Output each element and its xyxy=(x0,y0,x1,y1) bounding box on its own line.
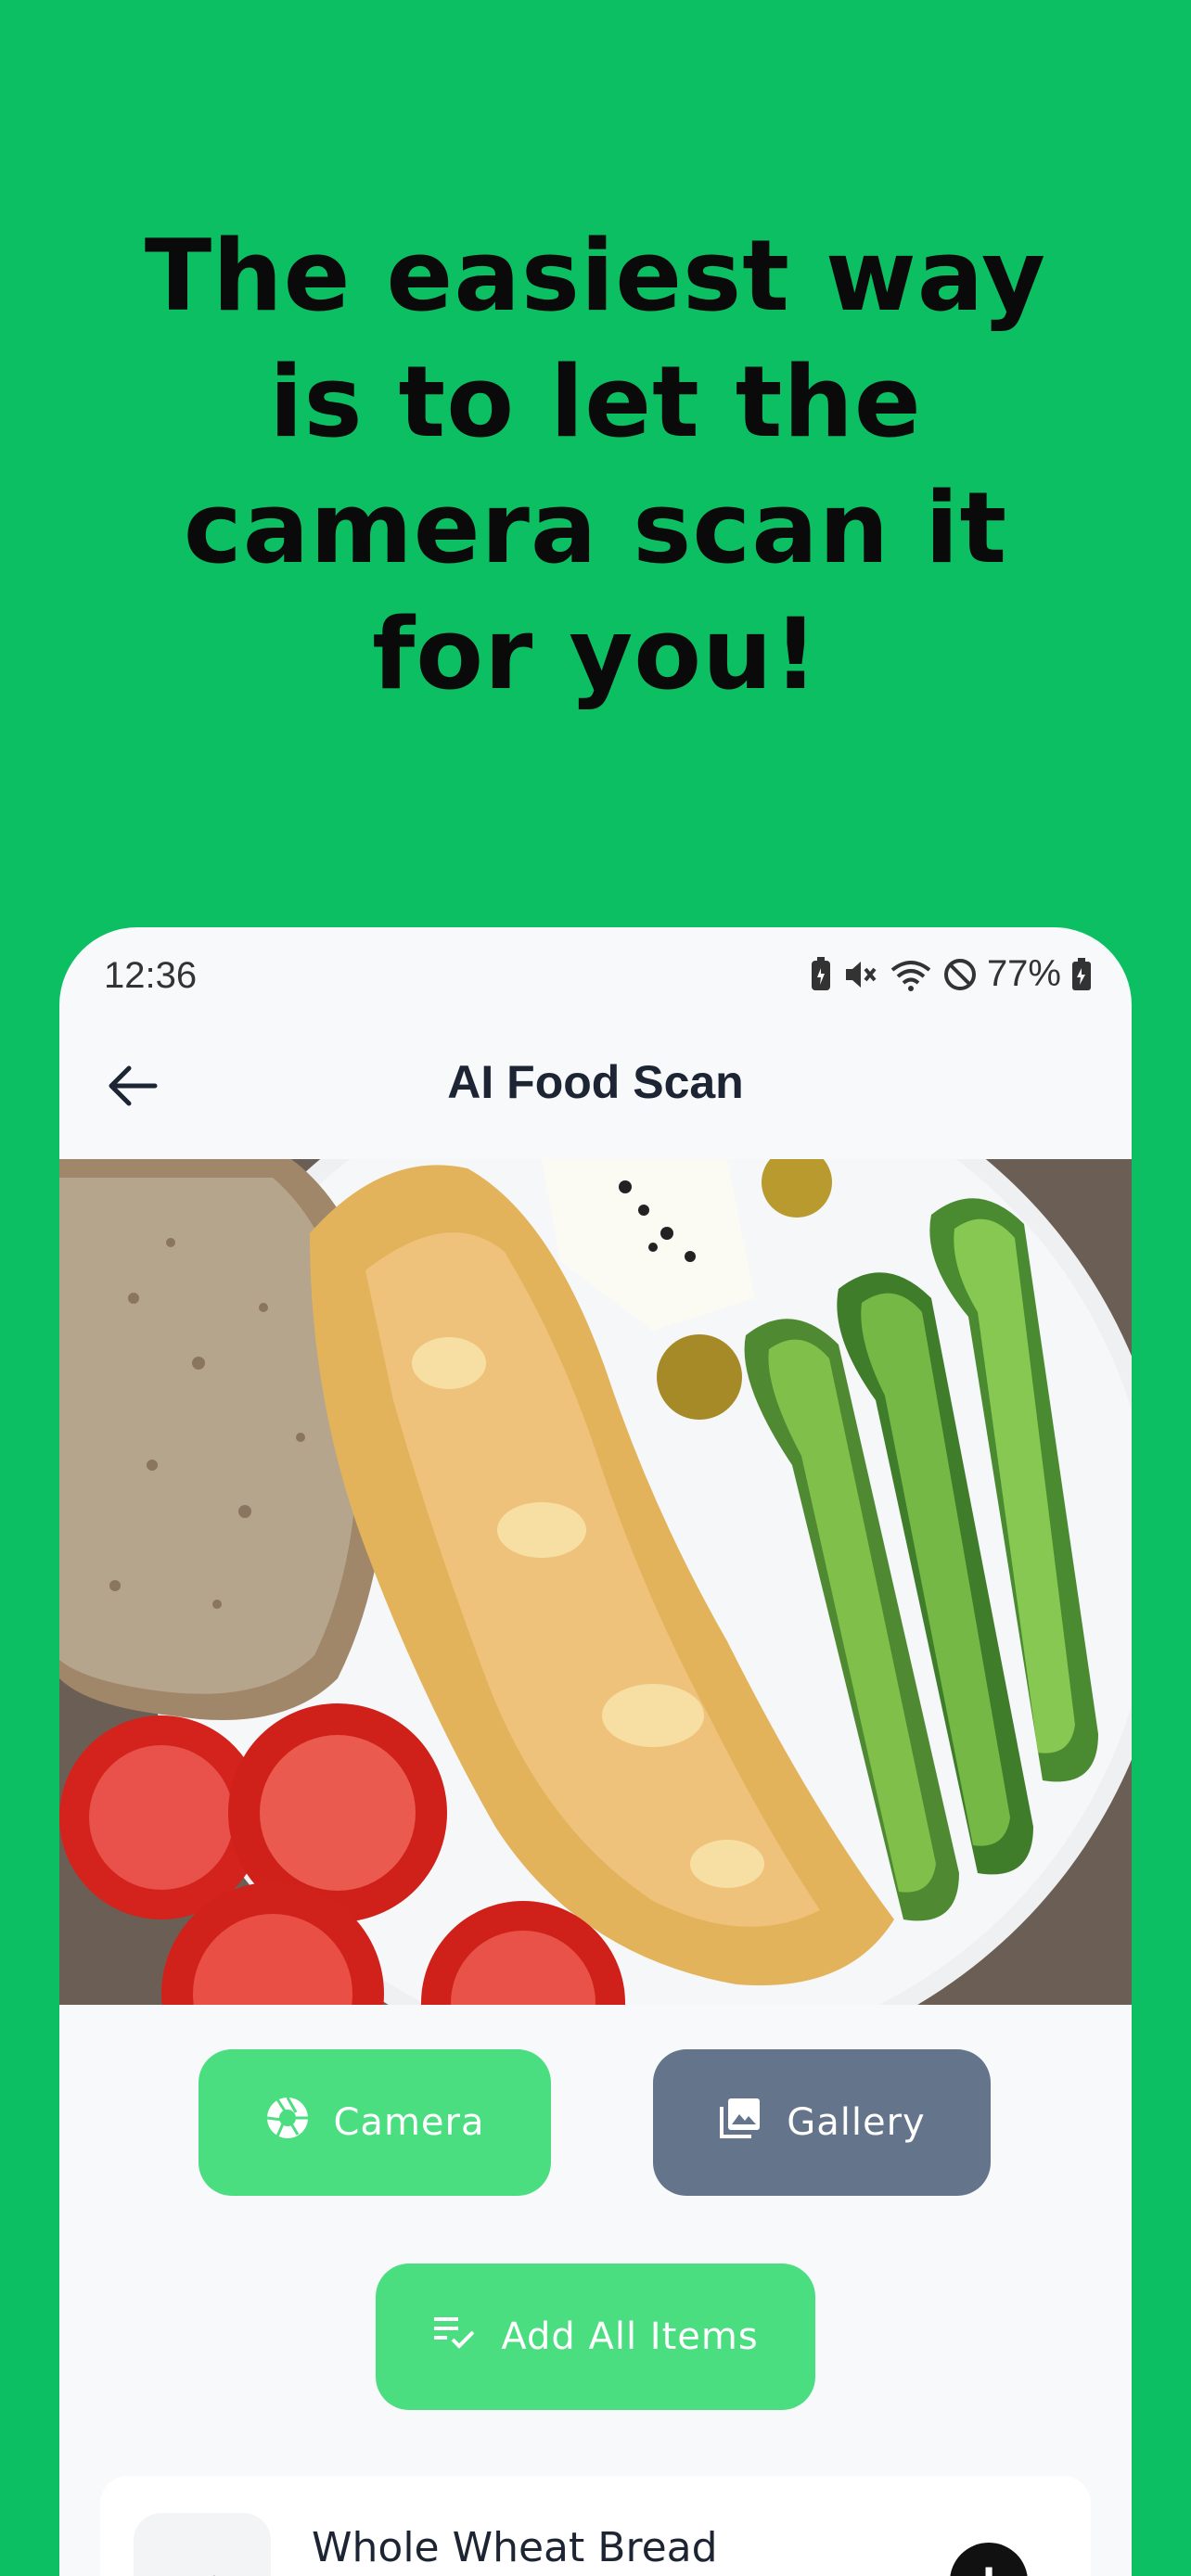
status-time: 12:36 xyxy=(104,955,198,996)
mute-icon xyxy=(842,957,879,992)
battery-saver-icon xyxy=(809,956,833,992)
promo-headline: The easiest way is to let the camera sca… xyxy=(0,213,1191,718)
item-name: Whole Wheat Bread xyxy=(312,2524,718,2571)
headline-line: camera scan it xyxy=(183,471,1008,585)
headline-line: for you! xyxy=(372,597,819,711)
add-all-items-label: Add All Items xyxy=(501,2315,759,2358)
headline-line: is to let the xyxy=(269,345,922,459)
gallery-button-label: Gallery xyxy=(787,2101,926,2144)
battery-percent: 77% xyxy=(986,953,1061,994)
phone-screen: 12:36 77% AI Food Scan Camera Gallery Ad… xyxy=(59,927,1132,2576)
sparkles-icon xyxy=(134,2513,271,2576)
food-photo xyxy=(59,1159,1132,2005)
camera-button[interactable]: Camera xyxy=(198,2049,551,2196)
app-bar: AI Food Scan xyxy=(59,1020,1132,1159)
page-title: AI Food Scan xyxy=(447,1056,744,1108)
status-icons: 77% xyxy=(809,953,1093,995)
add-item-icon[interactable]: + xyxy=(950,2543,1028,2576)
add-all-items-button[interactable]: Add All Items xyxy=(376,2264,815,2410)
status-bar: 12:36 77% xyxy=(59,927,1132,1020)
wifi-icon xyxy=(889,957,933,992)
list-item[interactable]: Whole Wheat Bread + xyxy=(100,2476,1091,2576)
headline-line: The easiest way xyxy=(144,219,1047,333)
dnd-icon xyxy=(942,957,978,992)
battery-charging-icon xyxy=(1070,957,1093,992)
gallery-button[interactable]: Gallery xyxy=(653,2049,991,2196)
camera-shutter-icon xyxy=(265,2096,310,2149)
gallery-icon xyxy=(718,2096,762,2149)
camera-button-label: Camera xyxy=(333,2101,485,2144)
checklist-icon xyxy=(432,2314,477,2360)
